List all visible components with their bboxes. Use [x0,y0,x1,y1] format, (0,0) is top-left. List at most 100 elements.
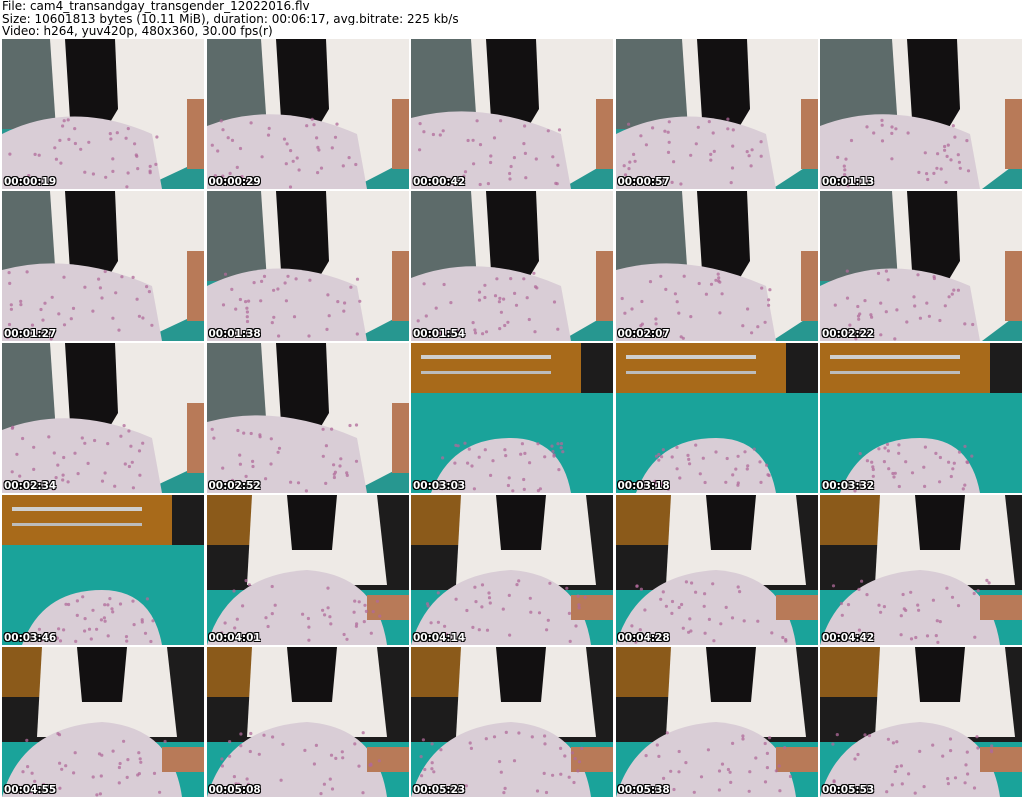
thumbnail-frame-image [411,191,613,341]
thumbnail-timestamp: 00:04:42 [822,632,875,644]
arm [187,99,204,169]
arm [187,403,204,473]
file-info-header: File: cam4_transandgay_transgender_12022… [2,0,1022,38]
headboard-rail [830,371,960,374]
hair [915,495,965,550]
hair [286,647,337,702]
video-info-line: Video: h264, yuv420p, 480x360, 30.00 fps… [2,25,273,38]
video-thumbnail: 00:02:07 [615,191,818,341]
video-thumbnail: 00:03:46 [2,495,204,645]
leg [571,747,613,772]
thumbnail-frame-image [2,191,204,341]
video-thumbnail: 00:01:27 [2,191,204,341]
thumbnail-frame-image [206,495,409,645]
file-name-line: File: cam4_transandgay_transgender_12022… [2,0,310,13]
leg [775,747,818,772]
video-thumbnail: 00:05:38 [615,647,818,797]
leg [980,747,1022,772]
headboard [615,495,676,545]
thumbnail-timestamp: 00:04:14 [413,632,466,644]
thumbnail-frame-image [820,343,1022,493]
thumbnail-timestamp: 00:02:34 [4,480,57,492]
video-thumbnail: 00:01:38 [206,191,409,341]
thumbnail-timestamp: 00:04:55 [4,784,57,796]
thumbnail-frame-image [206,39,409,189]
thumbnail-timestamp: 00:01:13 [822,176,875,188]
hair [496,647,546,702]
headboard-rail [421,355,551,359]
thumbnail-timestamp: 00:05:38 [617,784,670,796]
video-thumbnail: 00:03:03 [411,343,613,493]
thumbnail-timestamp: 00:00:29 [208,176,261,188]
headboard [820,647,880,697]
thumbnail-timestamp: 00:04:28 [617,632,670,644]
thumbnail-timestamp: 00:02:07 [617,328,670,340]
arm [391,99,409,169]
thumbnail-frame-image [2,39,204,189]
video-thumbnail: 00:04:14 [411,495,613,645]
thumbnail-frame-image [206,343,409,493]
headboard-rail [12,507,142,511]
leg [366,747,409,772]
thumbnail-frame-image [411,495,613,645]
arm [1005,251,1022,321]
thumbnail-timestamp: 00:03:32 [822,480,875,492]
hair [915,647,965,702]
thumbnail-frame-image [820,191,1022,341]
thumbnail-timestamp: 00:02:52 [208,480,261,492]
thumbnail-grid: 00:00:19 00:00:29 00:00:42 00:00:57 00:01:13… [2,39,1022,797]
leg [571,595,613,620]
thumbnail-frame-image [615,495,818,645]
thumbnail-frame-image [615,191,818,341]
video-thumbnail: 00:00:19 [2,39,204,189]
headboard [615,647,676,697]
hair [496,495,546,550]
hair [705,647,756,702]
thumbnail-frame-image [2,343,204,493]
thumbnail-frame-image [411,647,613,797]
thumbnail-timestamp: 00:05:23 [413,784,466,796]
thumbnail-frame-image [2,647,204,797]
video-thumbnail: 00:04:42 [820,495,1022,645]
thumbnail-frame-image [2,495,204,645]
headboard [820,495,880,545]
thumbnail-frame-image [615,343,818,493]
video-thumbnail: 00:02:52 [206,343,409,493]
video-thumbnail: 00:04:01 [206,495,409,645]
thumbnail-frame-image [820,647,1022,797]
video-thumbnail: 00:05:08 [206,647,409,797]
thumbnail-timestamp: 00:00:42 [413,176,466,188]
thumbnail-timestamp: 00:03:18 [617,480,670,492]
thumbnail-timestamp: 00:00:57 [617,176,670,188]
video-thumbnail: 00:04:28 [615,495,818,645]
thumbnail-timestamp: 00:05:53 [822,784,875,796]
arm [596,99,613,169]
arm [187,251,204,321]
file-size-line: Size: 10601813 bytes (10.11 MiB), durati… [2,12,459,25]
video-thumbnail: 00:01:54 [411,191,613,341]
video-thumbnail: 00:02:22 [820,191,1022,341]
thumbnail-timestamp: 00:00:19 [4,176,57,188]
thumbnail-timestamp: 00:01:27 [4,328,57,340]
thumbnail-timestamp: 00:01:54 [413,328,466,340]
leg [775,595,818,620]
thumbnail-timestamp: 00:02:22 [822,328,875,340]
video-thumbnail: 00:00:57 [615,39,818,189]
headboard-rail [12,523,142,526]
video-thumbnail: 00:05:23 [411,647,613,797]
hair [286,495,337,550]
leg [980,595,1022,620]
video-thumbnail: 00:00:42 [411,39,613,189]
arm [391,403,409,473]
thumbnail-frame-image [615,39,818,189]
thumbnail-frame-image [206,647,409,797]
video-thumbnail: 00:02:34 [2,343,204,493]
thumbnail-frame-image [615,647,818,797]
thumbnail-timestamp: 00:01:38 [208,328,261,340]
headboard-rail [625,371,756,374]
video-thumbnail: 00:04:55 [2,647,204,797]
arm [800,251,818,321]
thumbnail-timestamp: 00:03:46 [4,632,57,644]
arm [391,251,409,321]
arm [1005,99,1022,169]
